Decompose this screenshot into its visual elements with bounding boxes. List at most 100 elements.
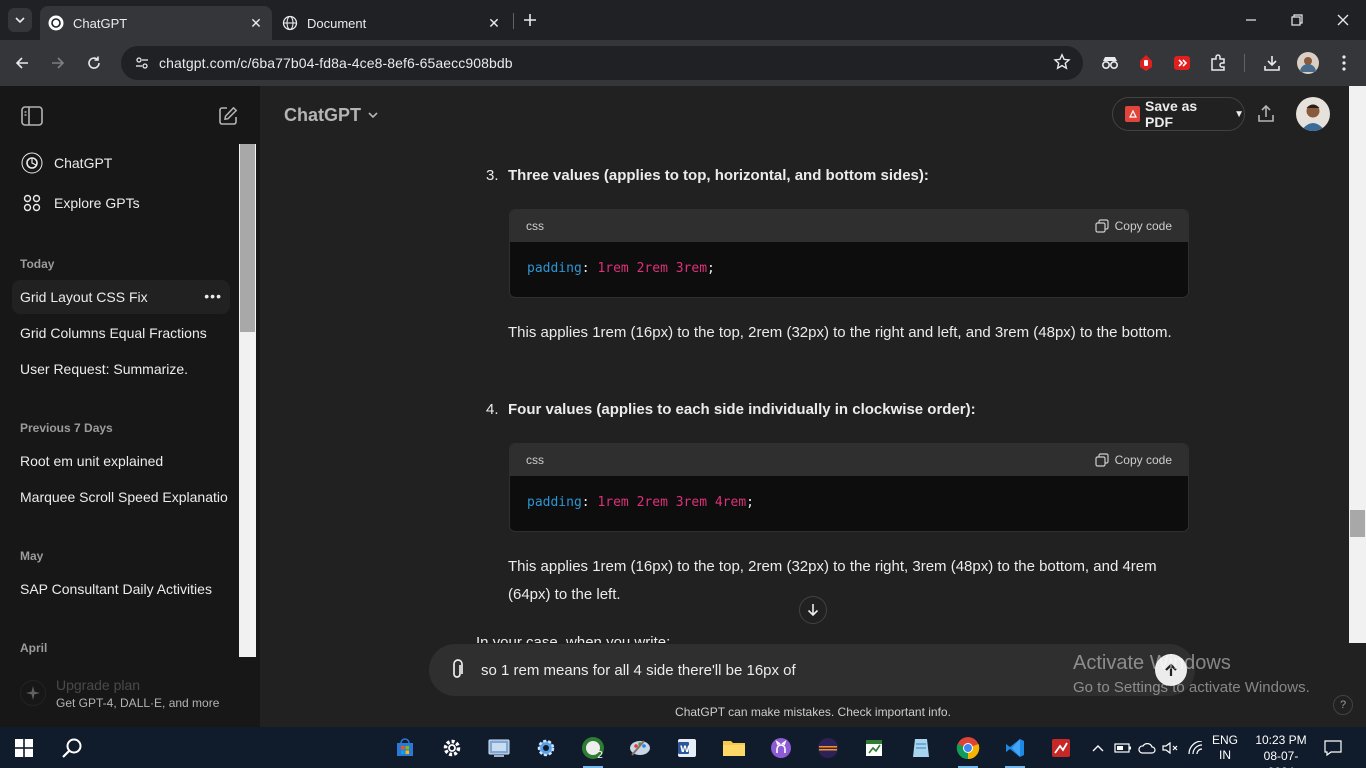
list-number: 4.	[486, 401, 499, 418]
share-icon[interactable]	[1254, 102, 1278, 126]
site-settings-icon[interactable]	[127, 55, 157, 71]
chevron-down-icon	[367, 105, 379, 126]
history-item-label: Marquee Scroll Speed Explanatio	[20, 489, 228, 505]
search-icon[interactable]	[56, 732, 88, 764]
media-tool-icon[interactable]	[1045, 732, 1077, 764]
new-tab-button[interactable]	[519, 9, 541, 31]
back-button[interactable]	[8, 49, 36, 77]
clock-date: 08-07-2024	[1263, 749, 1299, 768]
code-property: padding	[527, 261, 582, 276]
sidebar: ChatGPT Explore GPTs Today Grid Layout C…	[0, 86, 260, 727]
badge-count: 2	[597, 750, 603, 760]
user-avatar[interactable]	[1296, 97, 1330, 131]
main-scrollbar[interactable]	[1349, 86, 1366, 643]
github-icon[interactable]	[765, 732, 797, 764]
close-icon[interactable]: ✕	[246, 13, 266, 33]
sidebar-scrollbar-thumb[interactable]	[240, 144, 255, 332]
show-hidden-icons-icon[interactable]	[1090, 737, 1106, 759]
wifi-icon[interactable]	[1185, 737, 1205, 759]
control-panel-icon[interactable]	[483, 732, 515, 764]
notification-center-icon[interactable]	[1322, 737, 1344, 759]
region-code: IN	[1219, 748, 1231, 762]
scroll-to-bottom-button[interactable]	[799, 596, 827, 624]
address-bar[interactable]: chatgpt.com/c/6ba77b04-fd8a-4ce8-8ef6-65…	[121, 46, 1083, 80]
code-value: 1rem 2rem 3rem 4rem	[597, 495, 747, 510]
chrome-profile-icon[interactable]: 2	[577, 732, 609, 768]
code-content: padding: 1rem 2rem 3rem 4rem;	[510, 476, 1188, 529]
extension-hand-icon[interactable]	[1134, 51, 1158, 75]
vscode-icon[interactable]	[999, 732, 1031, 768]
tab-search-button[interactable]	[8, 8, 32, 32]
forward-button[interactable]	[44, 49, 72, 77]
caret-down-icon: ▼	[1234, 108, 1244, 120]
extensions-puzzle-icon[interactable]	[1206, 51, 1230, 75]
message-composer[interactable]: so 1 rem means for all 4 side there'll b…	[429, 644, 1195, 696]
gear-settings-blue-icon[interactable]	[530, 732, 562, 764]
history-group-previous-7-days: Previous 7 Days	[20, 421, 113, 435]
restore-button[interactable]	[1274, 0, 1320, 40]
explanation-text: This applies 1rem (16px) to the top, 2re…	[508, 324, 1172, 341]
windows-start-icon[interactable]	[8, 732, 40, 764]
chrome-icon[interactable]	[952, 732, 984, 768]
file-explorer-icon[interactable]	[718, 732, 750, 764]
url-text: chatgpt.com/c/6ba77b04-fd8a-4ce8-8ef6-65…	[159, 55, 513, 71]
language-code: ENG	[1212, 733, 1239, 747]
history-item-label: SAP Consultant Daily Activities	[20, 581, 212, 597]
notes-app-icon[interactable]	[905, 732, 937, 764]
spreadsheet-tool-icon[interactable]	[858, 732, 890, 764]
history-group-may: May	[20, 549, 44, 563]
sidebar-nav-chatgpt[interactable]: ChatGPT	[12, 145, 230, 181]
main-panel: ChatGPT Save as PDF ▼ 3. Three values (a…	[260, 86, 1366, 727]
clock-time: 10:23 PM	[1255, 733, 1307, 747]
model-selector[interactable]: ChatGPT	[284, 105, 379, 126]
history-item[interactable]: User Request: Summarize.	[12, 352, 230, 386]
paint-icon[interactable]	[624, 732, 656, 764]
battery-icon[interactable]	[1113, 737, 1133, 759]
browser-menu-icon[interactable]	[1332, 51, 1356, 75]
copy-code-button[interactable]: Copy code	[1095, 453, 1172, 467]
upgrade-plan-button[interactable]: Upgrade plan Get GPT-4, DALL·E, and more	[12, 671, 230, 715]
close-icon	[1337, 14, 1349, 26]
more-options-icon[interactable]: •••	[204, 288, 222, 304]
word-icon[interactable]: W	[671, 732, 703, 764]
extension-spy-icon[interactable]	[1098, 51, 1122, 75]
list-heading: Three values (applies to top, horizontal…	[508, 167, 929, 184]
close-icon[interactable]: ✕	[484, 13, 504, 33]
copy-code-button[interactable]: Copy code	[1095, 219, 1172, 233]
sidebar-nav-label: ChatGPT	[54, 155, 113, 171]
input-language-indicator[interactable]: ENG IN	[1212, 733, 1238, 763]
browser-profile-avatar[interactable]	[1296, 51, 1320, 75]
tab-document[interactable]: Document ✕	[274, 6, 510, 40]
toggle-sidebar-icon[interactable]	[20, 104, 44, 128]
code-colon: :	[581, 261, 590, 276]
settings-gear-icon[interactable]	[436, 732, 468, 764]
save-as-pdf-button[interactable]: Save as PDF ▼	[1112, 97, 1245, 131]
history-item[interactable]: Marquee Scroll Speed Explanatio	[12, 480, 230, 514]
extension-video-icon[interactable]	[1170, 51, 1194, 75]
onedrive-cloud-icon[interactable]	[1137, 737, 1157, 759]
send-button[interactable]	[1155, 654, 1187, 686]
save-as-pdf-label: Save as PDF	[1145, 98, 1198, 130]
tab-chatgpt[interactable]: ChatGPT ✕	[40, 6, 272, 40]
history-group-april: April	[20, 641, 48, 655]
reload-button[interactable]	[80, 49, 108, 77]
copy-code-label: Copy code	[1114, 453, 1172, 467]
paperclip-icon[interactable]	[443, 656, 471, 684]
window-close-button[interactable]	[1320, 0, 1366, 40]
history-item[interactable]: SAP Consultant Daily Activities	[12, 572, 230, 606]
help-button[interactable]: ?	[1333, 695, 1353, 715]
history-item[interactable]: Root em unit explained	[12, 444, 230, 478]
eclipse-icon[interactable]	[812, 732, 844, 764]
sidebar-nav-explore-gpts[interactable]: Explore GPTs	[12, 185, 230, 221]
new-chat-icon[interactable]	[216, 104, 240, 128]
main-scrollbar-thumb[interactable]	[1350, 510, 1365, 537]
download-icon[interactable]	[1260, 51, 1284, 75]
volume-muted-icon[interactable]	[1160, 737, 1180, 759]
bookmark-star-icon[interactable]	[1053, 53, 1071, 76]
history-item[interactable]: Grid Layout CSS Fix •••	[12, 280, 230, 314]
minimize-button[interactable]	[1228, 0, 1274, 40]
message-input[interactable]: so 1 rem means for all 4 side there'll b…	[481, 662, 796, 679]
ms-store-icon[interactable]	[389, 732, 421, 764]
history-item[interactable]: Grid Columns Equal Fractions	[12, 316, 230, 350]
system-clock[interactable]: 10:23 PM 08-07-2024	[1251, 732, 1311, 768]
